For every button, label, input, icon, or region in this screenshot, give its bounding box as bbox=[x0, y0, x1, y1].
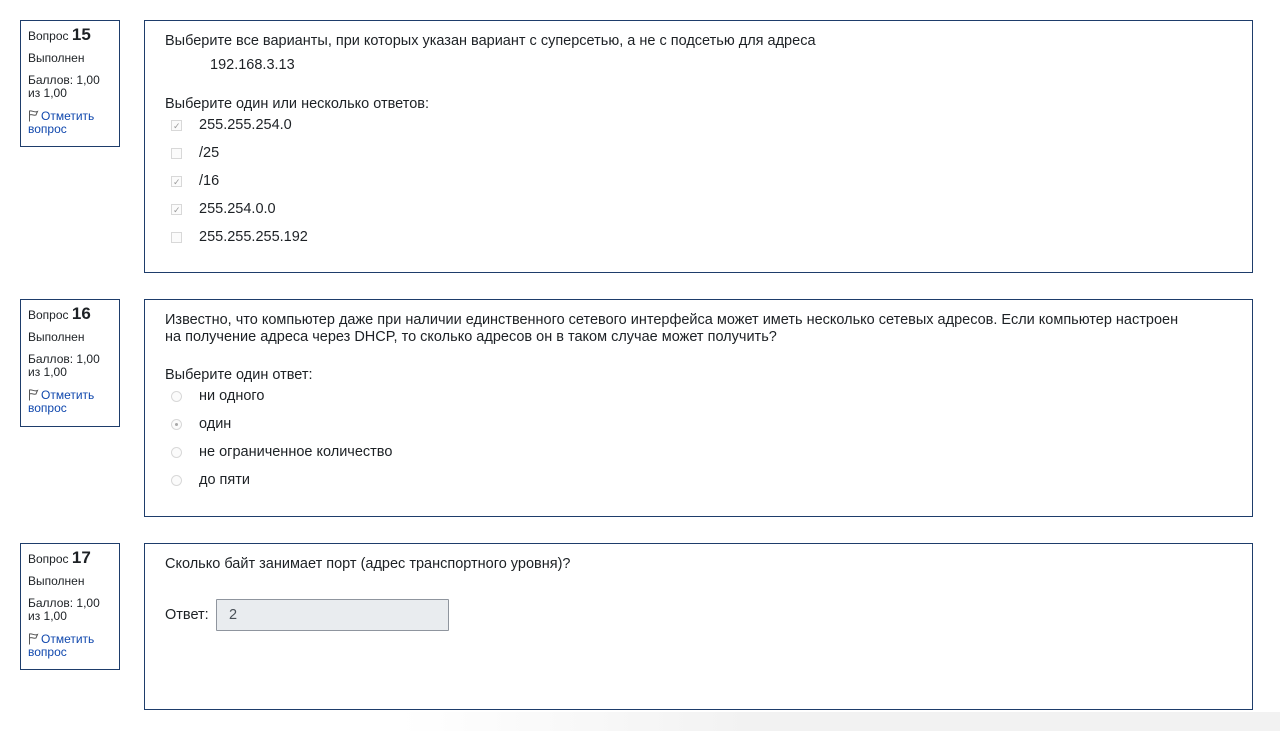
flag-icon bbox=[29, 389, 39, 401]
question-number: Вопрос 17 bbox=[28, 548, 91, 567]
flag-question-link[interactable]: Отметить вопрос bbox=[28, 633, 113, 659]
radio-button[interactable] bbox=[171, 391, 182, 402]
question-grade: Баллов: 1,00 из 1,00 bbox=[28, 596, 100, 623]
option-label: /16 bbox=[199, 173, 220, 189]
answer-input[interactable]: 2 bbox=[216, 599, 449, 631]
question-grade: Баллов: 1,00 из 1,00 bbox=[28, 352, 100, 379]
option-label: ни одного bbox=[199, 388, 265, 404]
option-label: один bbox=[199, 416, 232, 432]
flag-icon bbox=[29, 633, 39, 645]
answer-prompt: Выберите один ответ: bbox=[165, 367, 313, 383]
bottom-shadow bbox=[400, 712, 1280, 731]
question-state: Выполнен bbox=[28, 51, 85, 65]
question-text: Сколько байт занимает порт (адрес трансп… bbox=[165, 556, 571, 572]
question-state: Выполнен bbox=[28, 330, 85, 344]
question-content-16: Известно, что компьютер даже при наличии… bbox=[144, 299, 1253, 517]
option-label: /25 bbox=[199, 145, 220, 161]
question-text: Выберите все варианты, при которых указа… bbox=[165, 33, 816, 49]
option-label: 255.255.255.192 bbox=[199, 229, 308, 245]
checkmark-icon: ✓ bbox=[173, 177, 181, 187]
radio-button[interactable] bbox=[171, 475, 182, 486]
checkmark-icon: ✓ bbox=[173, 205, 181, 215]
answer-prompt: Выберите один или несколько ответов: bbox=[165, 96, 430, 112]
checkmark-icon: ✓ bbox=[173, 121, 181, 131]
option-label: не ограниченное количество bbox=[199, 444, 393, 460]
question-number: Вопрос 16 bbox=[28, 304, 91, 323]
flag-icon bbox=[29, 110, 39, 122]
radio-button[interactable] bbox=[171, 447, 182, 458]
question-info-17: Вопрос 17 Выполнен Баллов: 1,00 из 1,00 О… bbox=[20, 543, 120, 670]
flag-question-link[interactable]: Отметить вопрос bbox=[28, 110, 113, 136]
question-number: Вопрос 15 bbox=[28, 25, 91, 44]
question-content-17: Сколько байт занимает порт (адрес трансп… bbox=[144, 543, 1253, 710]
radio-button-selected[interactable] bbox=[171, 419, 182, 430]
question-text: Известно, что компьютер даже при наличии… bbox=[165, 312, 1179, 345]
answer-label: Ответ: bbox=[165, 607, 209, 623]
ip-address: 192.168.3.13 bbox=[210, 57, 295, 73]
option-label: 255.255.254.0 bbox=[199, 117, 292, 133]
checkbox[interactable] bbox=[171, 148, 182, 159]
checkbox[interactable] bbox=[171, 232, 182, 243]
checkbox-checked[interactable]: ✓ bbox=[171, 176, 182, 187]
radio-dot-icon bbox=[175, 423, 178, 426]
question-content-15: Выберите все варианты, при которых указа… bbox=[144, 20, 1253, 273]
question-info-15: Вопрос 15 Выполнен Баллов: 1,00 из 1,00 О… bbox=[20, 20, 120, 147]
question-state: Выполнен bbox=[28, 574, 85, 588]
question-info-16: Вопрос 16 Выполнен Баллов: 1,00 из 1,00 О… bbox=[20, 299, 120, 427]
checkbox-checked[interactable]: ✓ bbox=[171, 120, 182, 131]
question-grade: Баллов: 1,00 из 1,00 bbox=[28, 73, 100, 100]
flag-question-link[interactable]: Отметить вопрос bbox=[28, 389, 113, 415]
checkbox-checked[interactable]: ✓ bbox=[171, 204, 182, 215]
option-label: 255.254.0.0 bbox=[199, 201, 276, 217]
option-label: до пяти bbox=[199, 472, 250, 488]
